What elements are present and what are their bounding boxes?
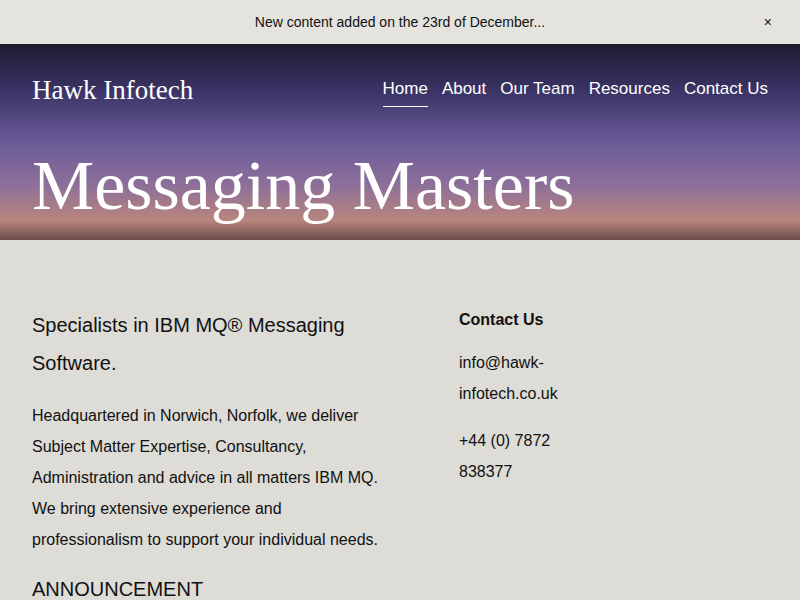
main-content: Specialists in IBM MQ® Messaging Softwar… xyxy=(0,240,800,600)
nav-link[interactable]: Our Team xyxy=(500,74,574,107)
contact-email[interactable]: info@hawk-infotech.co.uk xyxy=(459,347,589,409)
intro-section: Specialists in IBM MQ® Messaging Softwar… xyxy=(32,306,392,600)
site-logo[interactable]: Hawk Infotech xyxy=(32,70,193,111)
intro-body: Headquartered in Norwich, Norfolk, we de… xyxy=(32,400,392,555)
announcement-text[interactable]: New content added on the 23rd of Decembe… xyxy=(255,12,545,33)
nav-link[interactable]: Contact Us xyxy=(684,74,768,107)
nav-link[interactable]: Home xyxy=(383,74,428,107)
nav-link[interactable]: About xyxy=(442,74,486,107)
nav-link[interactable]: Resources xyxy=(589,74,670,107)
announcement-bar: New content added on the 23rd of Decembe… xyxy=(0,0,800,44)
main-nav: Home About Our Team Resources Contact Us xyxy=(383,74,768,107)
hero-title: Messaging Masters xyxy=(32,147,768,224)
contact-section: Contact Us info@hawk-infotech.co.uk +44 (0… xyxy=(459,306,589,600)
hero-header: Hawk Infotech Home About Our Team Resources C… xyxy=(0,44,800,240)
header-bar: Hawk Infotech Home About Our Team Resources C… xyxy=(32,70,768,111)
contact-phone[interactable]: +44 (0) 7872 838377 xyxy=(459,425,589,487)
contact-heading: Contact Us xyxy=(459,306,589,329)
announcement-heading: ANNOUNCEMENT xyxy=(32,577,392,600)
intro-heading: Specialists in IBM MQ® Messaging Softwar… xyxy=(32,306,392,382)
close-button[interactable]: × xyxy=(760,10,776,35)
